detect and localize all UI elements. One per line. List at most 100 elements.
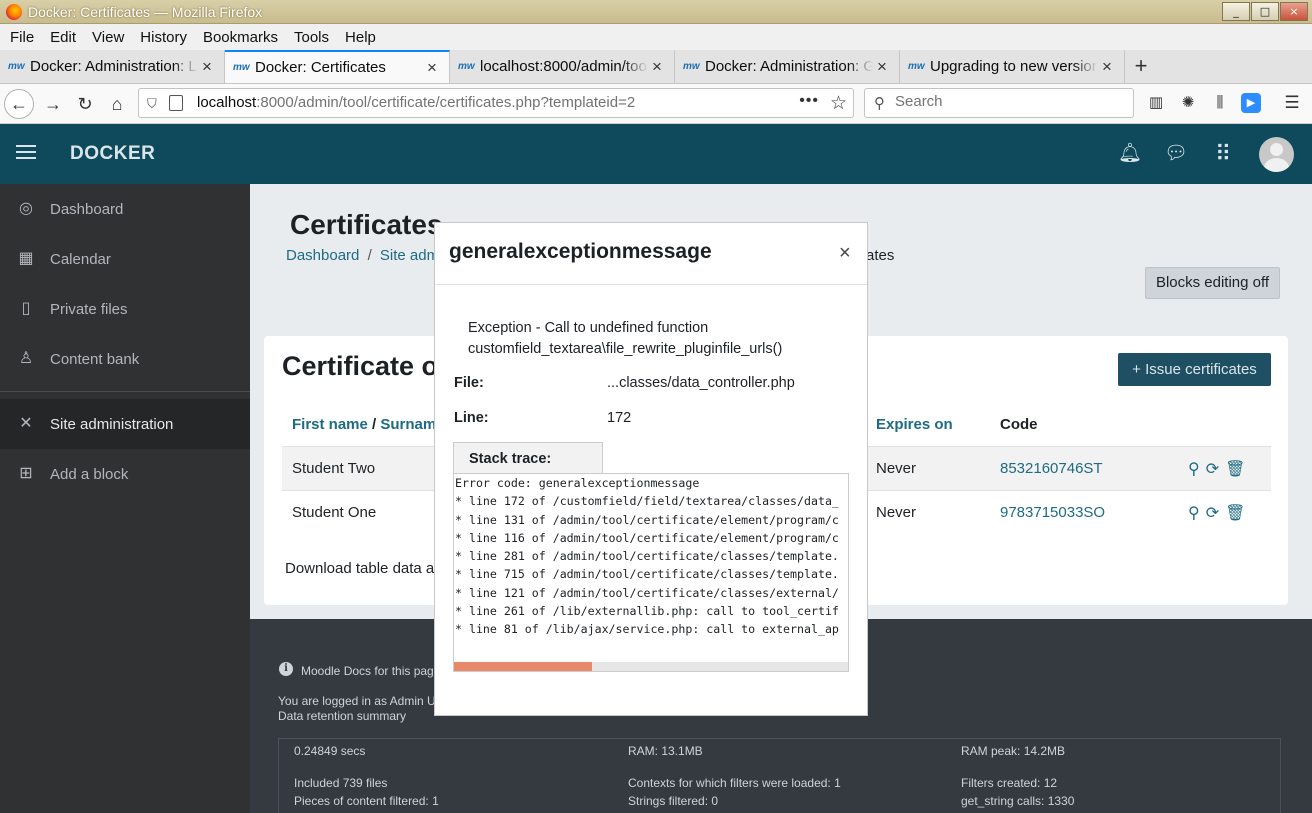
- sidebar-item-label: Add a block: [50, 465, 129, 483]
- hamburger-menu-icon[interactable]: ☰: [1282, 93, 1302, 113]
- menu-tools[interactable]: Tools: [286, 29, 337, 46]
- reader-view-icon[interactable]: ▥: [1146, 93, 1166, 113]
- tab-close-icon[interactable]: ×: [1098, 57, 1116, 77]
- cell-code-link[interactable]: 9783715033SO: [1000, 504, 1105, 521]
- delete-trash-icon[interactable]: 🗑︎: [1225, 503, 1245, 523]
- view-icon[interactable]: ⚲: [1188, 503, 1200, 523]
- tracking-shield-icon[interactable]: ⛉: [147, 96, 157, 112]
- search-bar[interactable]: ⚲: [864, 88, 1134, 118]
- new-tab-button[interactable]: +: [1125, 50, 1157, 83]
- wrench-icon: ✕: [19, 415, 33, 432]
- sidebar-item-private-files[interactable]: ▯ Private files: [0, 284, 250, 334]
- data-retention-link[interactable]: Data retention summary: [278, 709, 406, 723]
- moodle-favicon-icon: mw: [683, 61, 700, 72]
- scrollbar-thumb[interactable]: [454, 662, 592, 671]
- menu-bookmarks[interactable]: Bookmarks: [195, 29, 286, 46]
- menu-file[interactable]: File: [2, 29, 42, 46]
- column-header-name: First name / Surnam: [292, 416, 436, 433]
- menu-help[interactable]: Help: [337, 29, 384, 46]
- tab-certificates[interactable]: mw Docker: Certificates ×: [225, 50, 450, 83]
- close-icon[interactable]: ×: [839, 242, 851, 265]
- bookmark-star-icon[interactable]: ☆: [830, 92, 847, 115]
- modal-header: generalexceptionmessage ×: [435, 223, 867, 285]
- tab-close-icon[interactable]: ×: [648, 57, 666, 77]
- delete-trash-icon[interactable]: 🗑︎: [1225, 459, 1245, 479]
- bell-icon[interactable]: 🔔︎: [1118, 142, 1142, 166]
- sidebar-item-dashboard[interactable]: ◎ Dashboard: [0, 184, 250, 234]
- tab-label: Docker: Administration: L: [30, 58, 197, 75]
- cell-code-link[interactable]: 8532160746ST: [1000, 460, 1103, 477]
- sidebar-item-site-administration[interactable]: ✕ Site administration: [0, 399, 250, 449]
- calendar-icon: ▦: [18, 250, 34, 267]
- search-input[interactable]: [895, 93, 1125, 110]
- logged-in-info: You are logged in as Admin Us: [278, 694, 442, 708]
- page-info-icon[interactable]: [169, 95, 183, 111]
- page-actions-icon[interactable]: •••: [799, 92, 819, 110]
- home-icon[interactable]: ⌂: [102, 89, 132, 119]
- blocks-editing-button[interactable]: Blocks editing off: [1145, 267, 1280, 299]
- stack-line: * line 715 of /admin/tool/certificate/cl…: [455, 567, 839, 582]
- window-titlebar: Docker: Certificates — Mozilla Firefox _…: [0, 0, 1312, 24]
- tab-label: Docker: Certificates: [255, 59, 386, 76]
- sort-first-name-link[interactable]: First name: [292, 416, 368, 433]
- tab-close-icon[interactable]: ×: [423, 58, 441, 78]
- file-icon: ▯: [21, 300, 31, 317]
- extension-icon[interactable]: ✺: [1178, 93, 1198, 113]
- zoom-extension-icon[interactable]: ▶: [1241, 93, 1261, 113]
- tab-close-icon[interactable]: ×: [873, 57, 891, 77]
- reload-icon[interactable]: ↻: [70, 89, 100, 119]
- sidebar-item-calendar[interactable]: ▦ Calendar: [0, 234, 250, 284]
- tab-administration-2[interactable]: mw Docker: Administration: G ×: [675, 50, 900, 83]
- menu-view[interactable]: View: [84, 29, 132, 46]
- nav-drawer: ◎ Dashboard ▦ Calendar ▯ Private files ♙…: [0, 184, 250, 813]
- moodle-docs-link[interactable]: Moodle Docs for this page: [301, 664, 440, 678]
- stack-line: * line 121 of /admin/tool/certificate/cl…: [455, 585, 839, 600]
- sort-surname-link[interactable]: Surnam: [380, 416, 436, 433]
- column-header-expires[interactable]: Expires on: [876, 416, 953, 433]
- forward-arrow-icon[interactable]: →: [38, 89, 68, 119]
- tab-upgrading[interactable]: mw Upgrading to new version ×: [900, 50, 1125, 83]
- horizontal-scrollbar[interactable]: [454, 662, 848, 671]
- tab-close-icon[interactable]: ×: [198, 57, 216, 77]
- menu-history[interactable]: History: [132, 29, 195, 46]
- chat-icon[interactable]: 💬︎: [1164, 142, 1188, 166]
- breadcrumb-dashboard[interactable]: Dashboard: [286, 247, 359, 264]
- perf-included: Included 739 files: [294, 776, 388, 790]
- moodle-navbar: DOCKER 🔔︎ 💬︎ ⠿: [0, 124, 1312, 184]
- grid-icon[interactable]: ⠿: [1211, 142, 1235, 166]
- tab-localhost[interactable]: mw localhost:8000/admin/tool ×: [450, 50, 675, 83]
- regenerate-icon[interactable]: ⟳: [1206, 459, 1219, 479]
- breadcrumb-site-admin[interactable]: Site adm: [380, 247, 439, 264]
- stack-trace-lines: Error code: generalexceptionmessage * li…: [454, 474, 839, 639]
- stack-trace-box[interactable]: Error code: generalexceptionmessage * li…: [453, 473, 849, 672]
- moodle-favicon-icon: mw: [908, 61, 925, 72]
- regenerate-icon[interactable]: ⟳: [1206, 503, 1219, 523]
- drawer-toggle-icon[interactable]: [16, 145, 36, 163]
- tab-administration-1[interactable]: mw Docker: Administration: L ×: [0, 50, 225, 83]
- maximize-button[interactable]: □: [1251, 2, 1279, 21]
- minimize-button[interactable]: _: [1222, 2, 1250, 21]
- url-text[interactable]: localhost:8000/admin/tool/certificate/ce…: [197, 94, 635, 111]
- plus-square-icon: ⊞: [19, 465, 33, 482]
- breadcrumb-separator: /: [367, 247, 372, 264]
- url-bar[interactable]: ⛉ localhost:8000/admin/tool/certificate/…: [138, 88, 854, 118]
- row-actions: ⚲ ⟳ 🗑︎: [1188, 503, 1245, 523]
- site-brand[interactable]: DOCKER: [70, 143, 155, 165]
- stack-trace-label: Stack trace:: [453, 442, 603, 473]
- avatar[interactable]: [1259, 137, 1294, 172]
- stack-line: * line 281 of /admin/tool/certificate/cl…: [455, 549, 839, 564]
- view-icon[interactable]: ⚲: [1188, 459, 1200, 479]
- back-arrow-icon[interactable]: ←: [4, 89, 34, 119]
- sidebar-item-content-bank[interactable]: ♙ Content bank: [0, 334, 250, 384]
- tab-label: Upgrading to new version: [930, 58, 1098, 75]
- menu-edit[interactable]: Edit: [42, 29, 84, 46]
- issue-certificates-button[interactable]: + Issue certificates: [1118, 353, 1271, 386]
- close-window-button[interactable]: ×: [1280, 2, 1308, 21]
- perf-contexts: Contexts for which filters were loaded: …: [628, 776, 841, 790]
- cell-expires: Never: [876, 460, 917, 477]
- perf-ram-peak: RAM peak: 14.2MB: [961, 744, 1066, 758]
- stack-line: * line 131 of /admin/tool/certificate/el…: [455, 512, 839, 527]
- library-icon[interactable]: ⫼: [1210, 93, 1230, 113]
- sidebar-item-add-block[interactable]: ⊞ Add a block: [0, 449, 250, 499]
- sidebar-item-label: Site administration: [50, 415, 174, 433]
